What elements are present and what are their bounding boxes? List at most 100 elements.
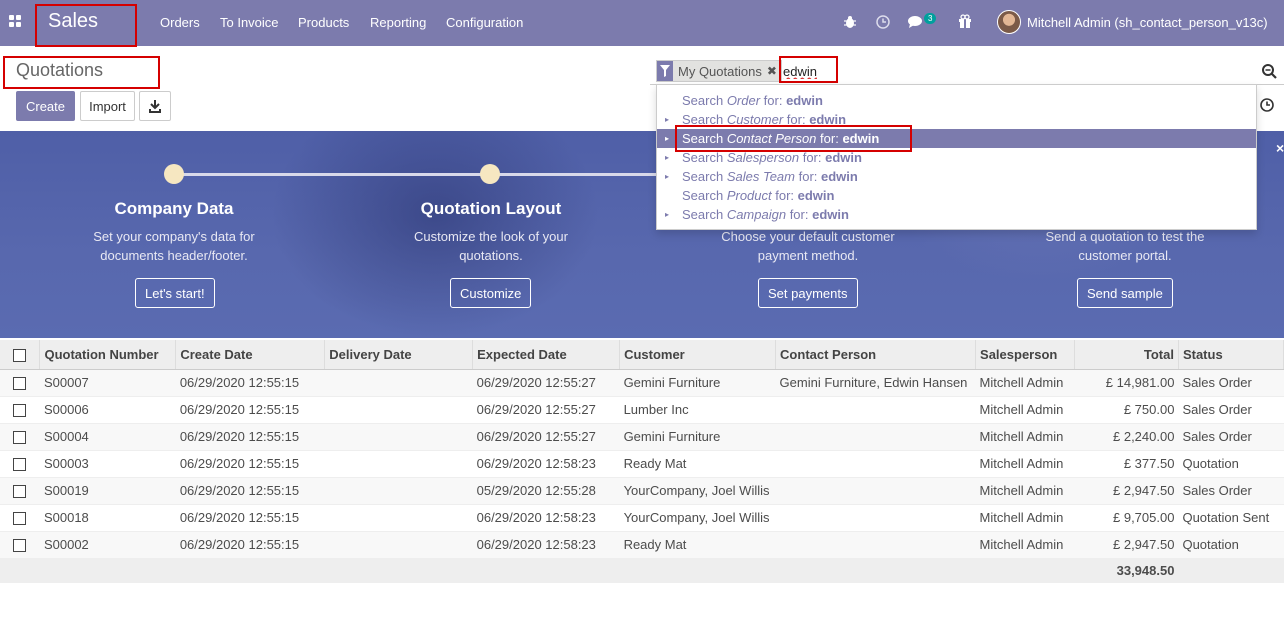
row-checkbox[interactable] (13, 431, 27, 445)
progress-line (174, 173, 490, 176)
cell-status: Quotation (1178, 531, 1284, 559)
highlight-box-brand (35, 4, 137, 47)
column-create-date[interactable]: Create Date (175, 340, 326, 370)
row-checkbox-cell[interactable] (0, 369, 40, 397)
clock-icon[interactable] (876, 15, 890, 29)
cell-quotation-number: S00006 (39, 396, 176, 424)
expand-caret-icon[interactable]: ▸ (665, 205, 669, 224)
row-checkbox[interactable] (13, 377, 27, 391)
table-row[interactable]: S00007 06/29/2020 12:55:15 06/29/2020 12:5… (0, 369, 1284, 397)
set-payments-button[interactable]: Set payments (758, 278, 858, 308)
cell-delivery-date (324, 423, 473, 451)
column-status[interactable]: Status (1178, 340, 1284, 370)
column-expected-date[interactable]: Expected Date (472, 340, 621, 370)
cell-total: £ 2,947.50 (1074, 531, 1179, 559)
cell-create-date: 06/29/2020 12:55:15 (175, 504, 325, 532)
column-contact-person[interactable]: Contact Person (775, 340, 977, 370)
cell-total: £ 2,240.00 (1074, 423, 1179, 451)
suggestion-prefix: Search (682, 169, 727, 184)
cell-expected-date: 06/29/2020 12:55:27 (472, 369, 620, 397)
row-checkbox[interactable] (13, 539, 27, 553)
search-suggestion[interactable]: ▸ Search Campaign for: edwin (657, 205, 1256, 224)
suggestion-term: edwin (786, 93, 823, 108)
cell-customer: Gemini Furniture (619, 423, 776, 451)
row-checkbox-cell[interactable] (0, 450, 40, 478)
row-checkbox-cell[interactable] (0, 504, 40, 532)
gift-icon[interactable] (958, 14, 972, 28)
row-checkbox-cell[interactable] (0, 396, 40, 424)
create-button[interactable]: Create (16, 91, 75, 121)
column-salesperson[interactable]: Salesperson (975, 340, 1076, 370)
menu-products[interactable]: Products (298, 15, 349, 30)
table-row[interactable]: S00004 06/29/2020 12:55:15 06/29/2020 12:5… (0, 423, 1284, 451)
suggestion-mid: for: (771, 188, 798, 203)
search-suggestion[interactable]: Search Product for: edwin (657, 186, 1256, 205)
table-row[interactable]: S00002 06/29/2020 12:55:15 06/29/2020 12:5… (0, 531, 1284, 559)
user-avatar[interactable] (997, 10, 1021, 34)
column-quotation-number[interactable]: Quotation Number (39, 340, 177, 370)
menu-reporting[interactable]: Reporting (370, 15, 426, 30)
user-menu[interactable]: Mitchell Admin (sh_contact_person_v13c) (1027, 15, 1268, 30)
menu-configuration[interactable]: Configuration (446, 15, 523, 30)
top-navbar: Sales Orders To Invoice Products Reporti… (0, 0, 1284, 46)
search-suggestion[interactable]: Search Order for: edwin (657, 91, 1256, 110)
search-suggestion[interactable]: ▸ Search Sales Team for: edwin (657, 167, 1256, 186)
download-button[interactable] (139, 91, 171, 121)
suggestion-field: Campaign (726, 207, 787, 222)
row-checkbox[interactable] (13, 404, 27, 418)
row-checkbox-cell[interactable] (0, 477, 40, 505)
table-row[interactable]: S00006 06/29/2020 12:55:15 06/29/2020 12:5… (0, 396, 1284, 424)
cell-customer: Gemini Furniture (619, 369, 776, 397)
menu-orders[interactable]: Orders (160, 15, 200, 30)
column-delivery-date[interactable]: Delivery Date (324, 340, 474, 370)
expand-caret-icon[interactable]: ▸ (665, 167, 669, 186)
table-row[interactable]: S00018 06/29/2020 12:55:15 06/29/2020 12:5… (0, 504, 1284, 532)
row-checkbox[interactable] (13, 512, 27, 526)
column-customer[interactable]: Customer (619, 340, 777, 370)
search-icon[interactable] (1261, 63, 1277, 79)
cell-quotation-number: S00018 (39, 504, 176, 532)
row-checkbox-cell[interactable] (0, 531, 40, 559)
cell-create-date: 06/29/2020 12:55:15 (175, 531, 325, 559)
cell-customer: Ready Mat (619, 450, 776, 478)
cell-contact-person (775, 477, 976, 505)
column-total[interactable]: Total (1074, 340, 1179, 370)
customize-button[interactable]: Customize (450, 278, 532, 308)
expand-caret-icon[interactable]: ▸ (665, 129, 669, 148)
suggestion-field: Salesperson (726, 150, 800, 165)
step-company-data: Company Data Set your company's data for… (54, 199, 294, 265)
table-row[interactable]: S00019 06/29/2020 12:55:15 05/29/2020 12:5… (0, 477, 1284, 505)
search-facet[interactable]: My Quotations ✖ (656, 60, 782, 82)
import-button[interactable]: Import (80, 91, 135, 121)
select-all-checkbox-cell[interactable] (0, 340, 41, 370)
lets-start-button[interactable]: Let's start! (135, 278, 215, 308)
chat-icon[interactable] (908, 15, 925, 29)
cell-create-date: 06/29/2020 12:55:15 (175, 423, 325, 451)
cell-contact-person (775, 423, 976, 451)
cell-create-date: 06/29/2020 12:55:15 (175, 450, 325, 478)
cell-status: Quotation Sent (1178, 504, 1284, 532)
cell-delivery-date (324, 369, 473, 397)
select-all-checkbox[interactable] (13, 348, 27, 362)
cell-total: £ 750.00 (1074, 396, 1179, 424)
cell-salesperson: Mitchell Admin (975, 423, 1075, 451)
row-checkbox[interactable] (13, 458, 27, 472)
cell-status: Quotation (1178, 450, 1284, 478)
history-icon[interactable] (1259, 97, 1275, 113)
suggestion-field: Product (726, 188, 772, 203)
cell-status: Sales Order (1178, 423, 1284, 451)
step-description: Send a quotation to test the customer por… (1045, 229, 1205, 263)
send-sample-button[interactable]: Send sample (1077, 278, 1173, 308)
row-checkbox[interactable] (13, 485, 27, 499)
menu-to-invoice[interactable]: To Invoice (220, 15, 279, 30)
cell-salesperson: Mitchell Admin (975, 450, 1075, 478)
expand-caret-icon[interactable]: ▸ (665, 148, 669, 167)
cell-create-date: 06/29/2020 12:55:15 (175, 477, 325, 505)
bug-icon[interactable] (843, 15, 857, 29)
row-checkbox-cell[interactable] (0, 423, 40, 451)
suggestion-prefix: Search (682, 188, 727, 203)
expand-caret-icon[interactable]: ▸ (665, 110, 669, 129)
apps-menu-icon[interactable] (9, 15, 23, 29)
table-row[interactable]: S00003 06/29/2020 12:55:15 06/29/2020 12:5… (0, 450, 1284, 478)
close-banner-icon[interactable]: × (1276, 140, 1284, 156)
